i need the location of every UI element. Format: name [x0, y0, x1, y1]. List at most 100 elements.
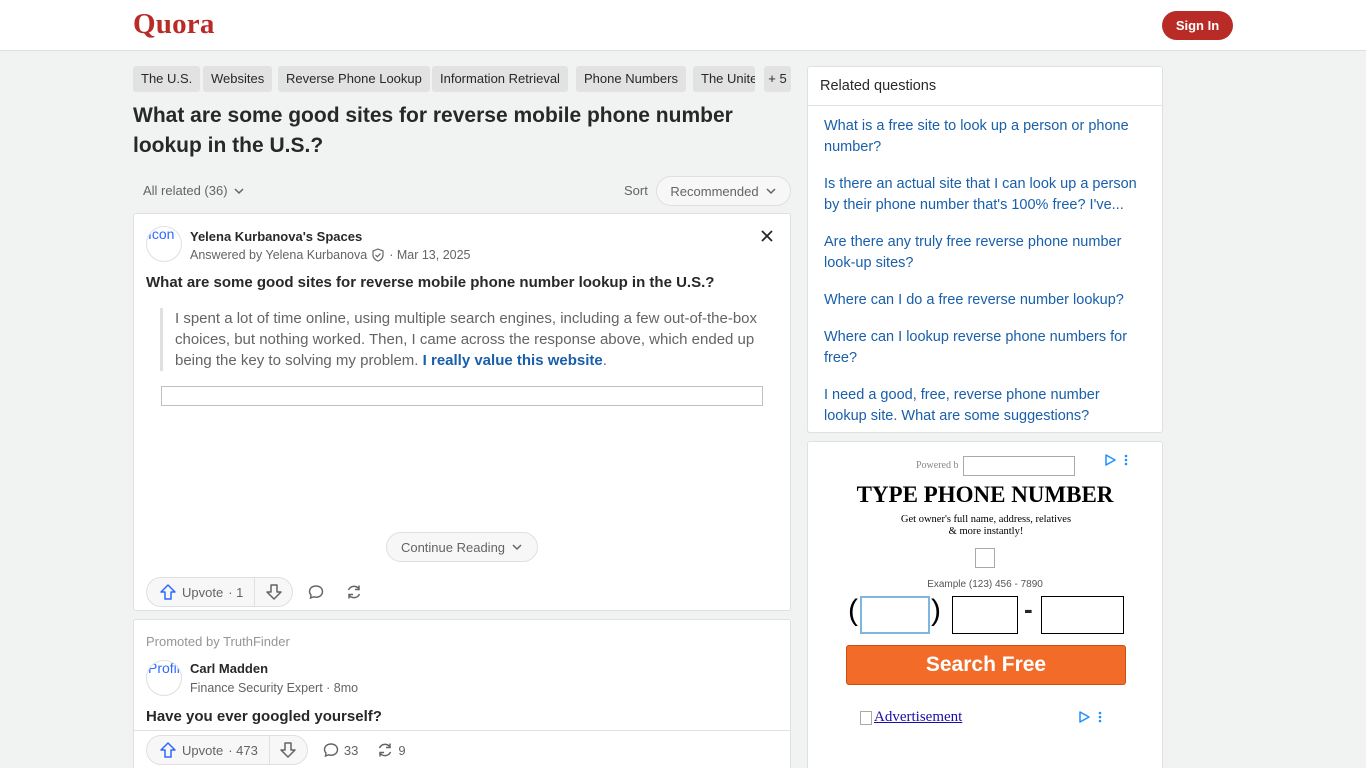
upvote-count: · 1	[228, 584, 244, 600]
chevron-down-icon	[234, 187, 244, 194]
topic-chip[interactable]: The U.S.	[133, 66, 201, 92]
divider	[134, 730, 790, 731]
upvote-button[interactable]: Upvote · 473	[147, 736, 270, 764]
answer-body-period: .	[602, 352, 607, 369]
all-related-label: All related (36)	[143, 183, 228, 198]
advertisement-label: Advertisement	[874, 709, 963, 725]
continue-reading-label: Continue Reading	[400, 539, 506, 555]
topic-chip[interactable]: Phone Numbers	[576, 66, 686, 92]
area-code-input[interactable]	[860, 596, 930, 634]
powered-by-text: Powered b	[916, 460, 959, 471]
related-question-link[interactable]: I need a good, free, reverse phone numbe…	[824, 385, 1146, 427]
promo-author[interactable]: Carl Madden	[190, 661, 268, 676]
quora-logo[interactable]: Quora	[133, 8, 215, 41]
ad-subtitle-line: Get owner's full name, address, relative…	[900, 514, 1072, 525]
adchoices-icon[interactable]	[1078, 710, 1104, 724]
downvote-icon	[280, 742, 297, 758]
answer-image	[161, 386, 763, 406]
promoted-label[interactable]: Promoted by TruthFinder	[146, 634, 290, 649]
avatar[interactable]: Profil	[146, 660, 182, 696]
comment-button[interactable]	[307, 583, 325, 601]
adchoices-icon[interactable]	[1104, 453, 1130, 467]
sort-dropdown[interactable]: Recommended	[656, 176, 791, 206]
share-button[interactable]: 9	[376, 741, 406, 759]
ad-headline: TYPE PHONE NUMBER	[856, 482, 1114, 507]
ad-banner[interactable]: Powered b TYPE PHONE NUMBER Get owner's …	[836, 450, 1134, 700]
promo-title[interactable]: Have you ever googled yourself?	[146, 708, 382, 725]
answer-question-title[interactable]: What are some good sites for reverse mob…	[146, 274, 776, 291]
answer-actions: Upvote · 1	[146, 577, 363, 607]
phone-prefix-input[interactable]	[952, 596, 1018, 634]
related-questions-panel: Related questions What is a free site to…	[807, 66, 1163, 433]
shield-check-icon	[372, 248, 384, 262]
close-icon[interactable]	[758, 227, 776, 245]
search-free-button[interactable]: Search Free	[846, 645, 1126, 685]
sign-in-button[interactable]: Sign In	[1162, 11, 1233, 40]
chevron-down-icon	[512, 544, 522, 551]
promo-meta: Finance Security Expert · 8mo	[190, 681, 359, 695]
upvote-label: Upvote	[182, 584, 224, 600]
comment-icon	[309, 585, 324, 600]
upvote-icon	[160, 584, 176, 600]
all-related-dropdown[interactable]: All related (36)	[143, 183, 245, 198]
related-question-link[interactable]: Where can I do a free reverse number loo…	[824, 290, 1146, 311]
topic-chip[interactable]: The United States	[693, 66, 755, 92]
advertisement-link[interactable]: Advertisement	[860, 709, 962, 726]
upvote-icon	[160, 742, 176, 758]
answered-by[interactable]: Answered by Yelena Kurbanova	[190, 248, 367, 262]
dash: -	[1024, 594, 1033, 624]
promo-actions: Upvote · 473 33 9	[146, 735, 406, 765]
comment-icon	[323, 743, 339, 758]
avatar[interactable]: Icon	[146, 226, 182, 262]
topic-chip[interactable]: Websites	[203, 66, 273, 92]
vote-pill: Upvote · 1	[146, 577, 294, 607]
question-title: What are some good sites for reverse mob…	[133, 104, 733, 157]
space-name[interactable]: Yelena Kurbanova's Spaces	[190, 229, 362, 244]
related-question-link[interactable]: Are there any truly free reverse phone n…	[824, 232, 1146, 274]
more-topics-button[interactable]: + 5	[764, 66, 791, 92]
share-button[interactable]	[345, 583, 363, 601]
answer-card: Icon Yelena Kurbanova's Spaces Answered …	[133, 213, 791, 611]
reshare-icon	[379, 743, 392, 757]
filter-row: All related (36) Sort Recommended	[133, 176, 791, 206]
chevron-down-icon	[766, 188, 776, 195]
related-list: What is a free site to look up a person …	[808, 106, 1162, 427]
ad-subtitle: Get owner's full name, address, relative…	[876, 514, 1096, 538]
phone-input-row: ( ) -	[848, 594, 1128, 636]
related-question-link[interactable]: Where can I lookup reverse phone numbers…	[824, 327, 1146, 369]
answer-body: I spent a lot of time online, using mult…	[160, 308, 780, 371]
downvote-icon	[266, 584, 282, 600]
top-header: Quora Sign In	[0, 0, 1366, 51]
close-paren: )	[931, 594, 941, 627]
answer-meta: Answered by Yelena Kurbanova · Mar 13, 2…	[190, 248, 471, 262]
topic-chip[interactable]: Reverse Phone Lookup	[278, 66, 430, 92]
sort-label: Sort	[624, 183, 648, 198]
ad-card: Powered b TYPE PHONE NUMBER Get owner's …	[807, 441, 1163, 768]
broken-image-icon	[860, 710, 872, 725]
upvote-button[interactable]: Upvote · 1	[147, 578, 256, 606]
powered-by-logo	[963, 456, 1075, 476]
sort-value: Recommended	[670, 183, 759, 199]
vote-pill: Upvote · 473	[146, 735, 308, 765]
comment-count: 33	[343, 742, 359, 758]
promoted-card: Promoted by TruthFinder Profil Carl Madd…	[133, 619, 791, 768]
upvote-label: Upvote	[182, 742, 224, 758]
continue-reading-button[interactable]: Continue Reading	[386, 532, 538, 562]
downvote-button[interactable]	[270, 736, 307, 764]
phone-line-input[interactable]	[1041, 596, 1124, 634]
downvote-button[interactable]	[255, 578, 292, 606]
ad-image	[975, 548, 995, 568]
related-question-link[interactable]: What is a free site to look up a person …	[824, 116, 1146, 158]
ad-example-text: Example (123) 456 - 7890	[927, 579, 1043, 590]
upvote-count: · 473	[228, 742, 258, 758]
share-count: 9	[398, 742, 406, 758]
topic-list: The U.S. Websites Reverse Phone Lookup I…	[133, 66, 791, 92]
open-paren: (	[848, 594, 858, 627]
related-question-link[interactable]: Is there an actual site that I can look …	[824, 174, 1146, 216]
reshare-icon	[348, 585, 361, 599]
answer-date[interactable]: · Mar 13, 2025	[389, 248, 470, 262]
topic-chip[interactable]: Information Retrieval	[432, 66, 568, 92]
answer-link[interactable]: I really value this website	[423, 352, 603, 369]
comment-button[interactable]: 33	[322, 741, 358, 759]
ad-subtitle-line: & more instantly!	[948, 526, 1024, 537]
